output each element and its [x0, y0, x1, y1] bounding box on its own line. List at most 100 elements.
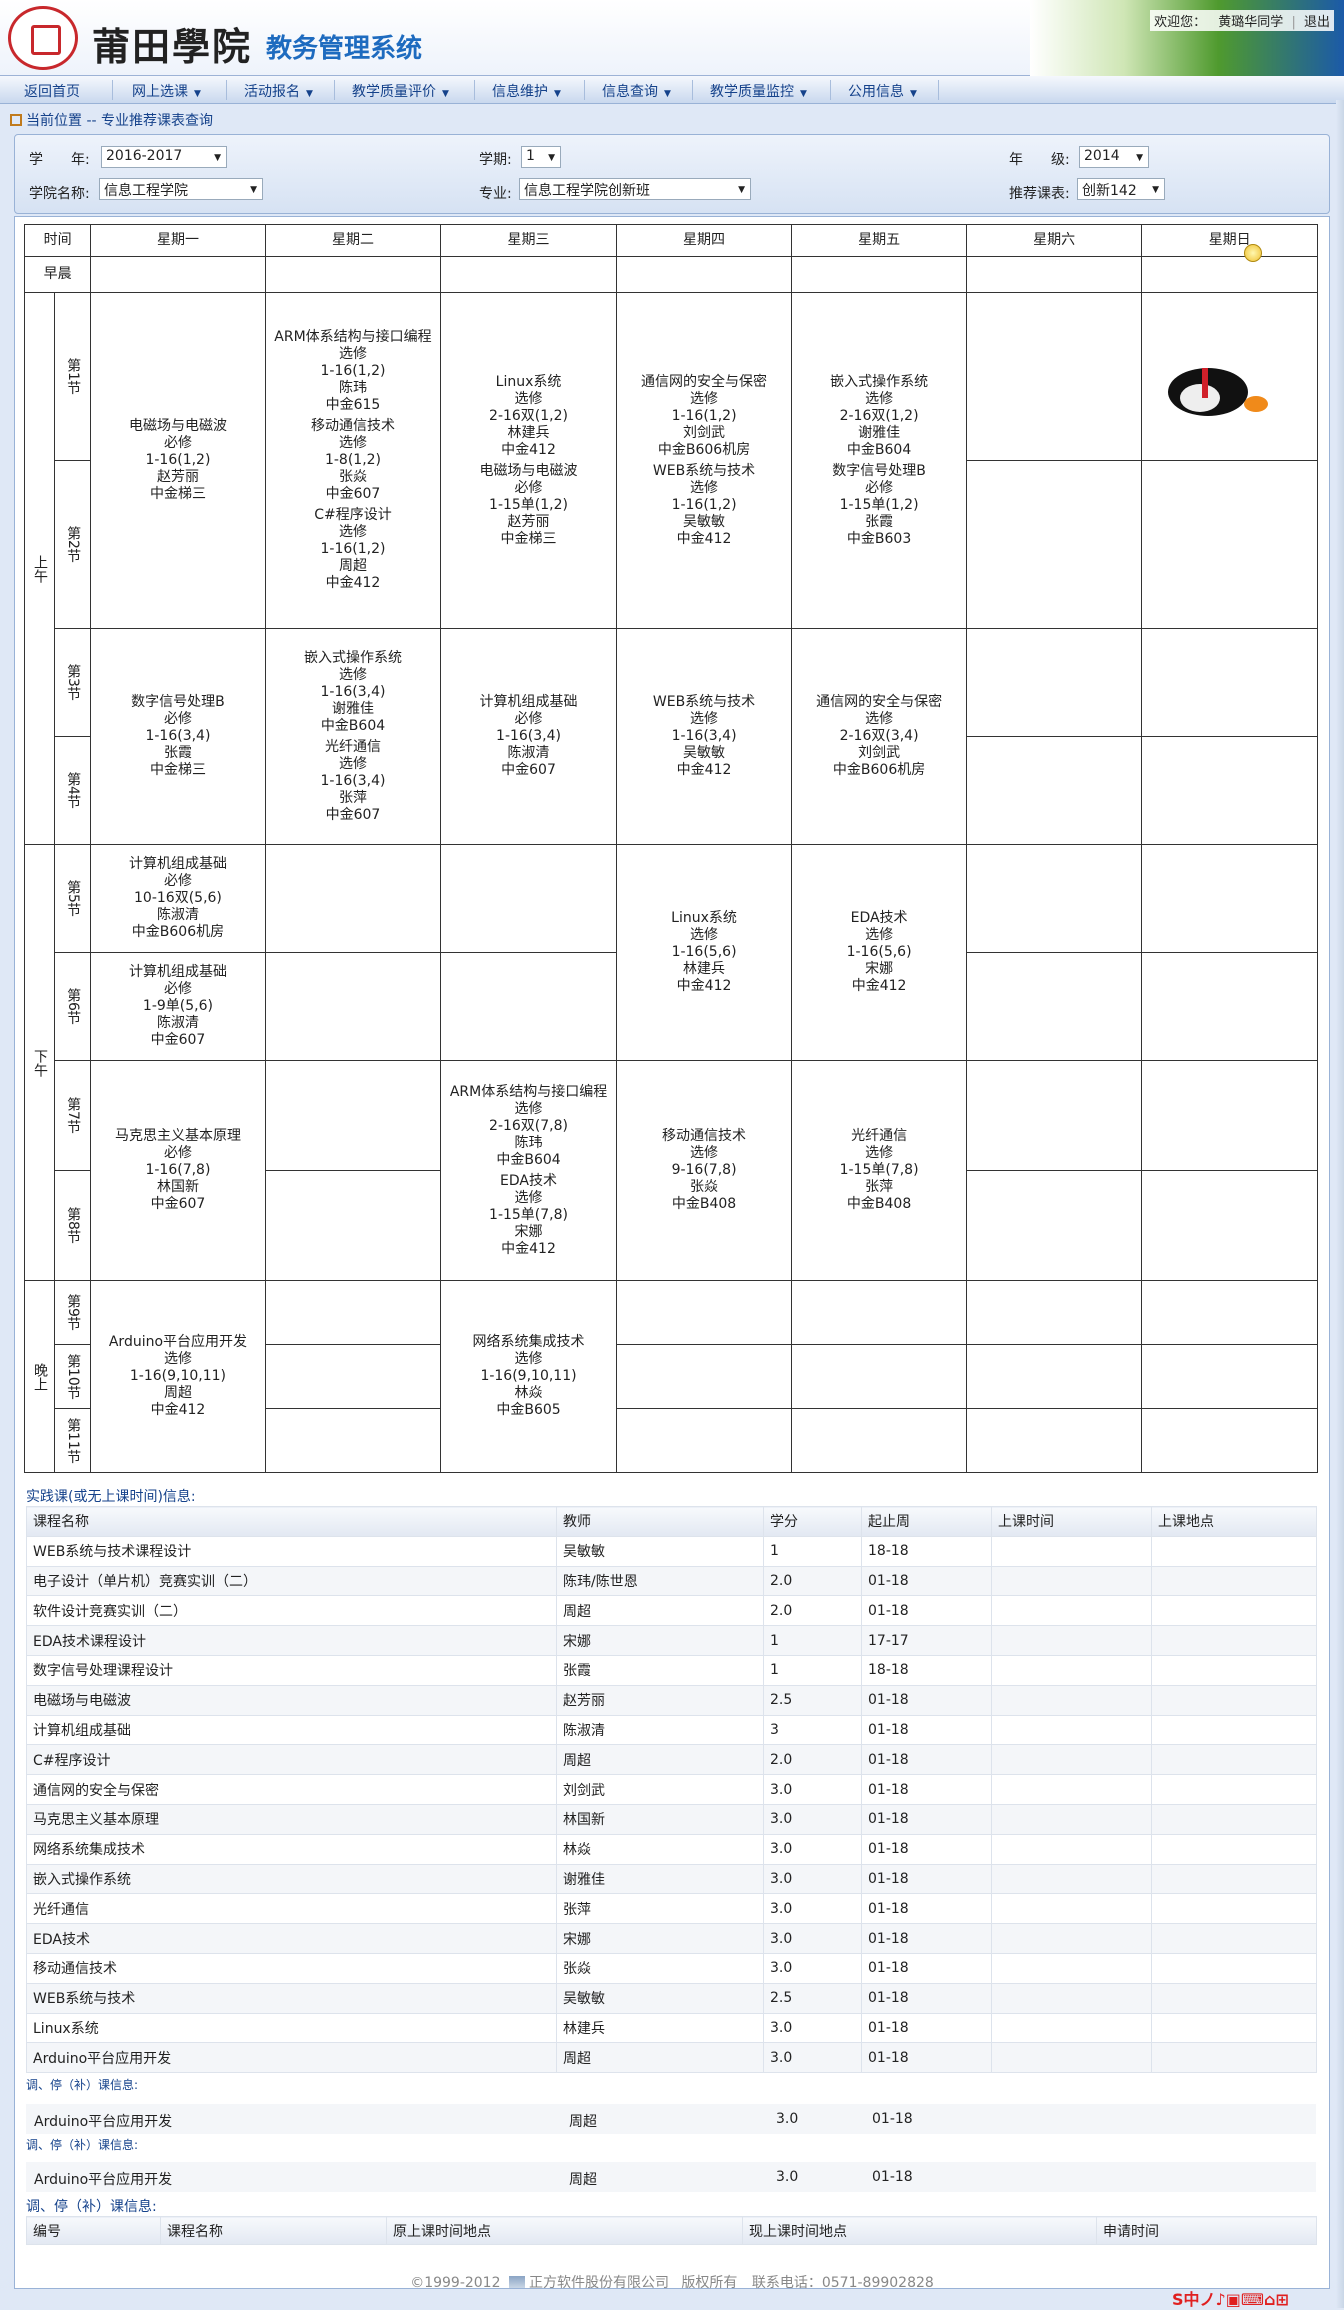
logout-link[interactable]: 退出 — [1304, 15, 1330, 30]
table-cell — [991, 1714, 1152, 1746]
nav-quality-monitor[interactable]: 教学质量监控 ▼ — [710, 81, 807, 101]
course-line: 1-16(3,4) — [671, 728, 737, 744]
course-cell[interactable]: 通信网的安全与保密 选修 2-16双(3,4) 刘剑武 中金B606机房 — [791, 628, 967, 845]
chevron-down-icon: ▼ — [548, 153, 555, 163]
course-cell[interactable]: 通信网的安全与保密 选修 1-16(1,2) 刘剑武 中金B606机房 WEB系统与技术选… — [615, 292, 793, 629]
table-cell — [1151, 1535, 1317, 1567]
table-cell: 周超 — [556, 2042, 764, 2074]
nav-info-maintain[interactable]: 信息维护 ▼ — [492, 81, 561, 101]
table-cell: 01-18 — [861, 1833, 992, 1865]
table-row: WEB系统与技术课程设计 吴敏敏 1 18-18 — [26, 1535, 1317, 1567]
table-cell: 01-18 — [861, 1744, 992, 1776]
course-cell[interactable]: ARM体系结构与接口编程 选修 2-16双(7,8) 陈玮 中金B604 EDA技术 选修 1… — [440, 1060, 617, 1281]
course-cell[interactable]: Arduino平台应用开发 选修 1-16(9,10,11) 周超 中金412 — [90, 1280, 266, 1473]
course-cell[interactable]: 马克思主义基本原理 必修 1-16(7,8) 林国新 中金607 — [90, 1060, 266, 1281]
course-cell[interactable]: 光纤通信 选修 1-15单(7,8) 张萍 中金B408 — [791, 1060, 967, 1281]
nav-activity[interactable]: 活动报名 ▼ — [244, 81, 313, 101]
user-name: 黄璐华同学 — [1218, 15, 1284, 30]
ghost-credit: 3.0 — [776, 2111, 799, 2127]
practice-col: 上课时间 — [991, 1506, 1152, 1537]
nav-public-info[interactable]: 公用信息 ▼ — [848, 81, 917, 101]
course-cell[interactable]: ARM体系结构与接口编程 选修 1-16(1,2) 陈玮 中金615 移动通信技术 选修 1-… — [264, 292, 442, 629]
table-cell: 吴敏敏 — [556, 1535, 764, 1567]
course-line: 选修 — [338, 435, 367, 451]
course-cell[interactable]: 计算机组成基础 必修 10-16双(5,6) 陈淑清 中金B606机房 — [90, 844, 266, 953]
course-cell[interactable]: 网络系统集成技术 选修 1-16(9,10,11) 林焱 中金B605 — [440, 1280, 617, 1473]
table-cell — [991, 1803, 1152, 1835]
ghost-course: Arduino平台应用开发 — [34, 2114, 173, 2130]
course-cell[interactable]: Linux系统 选修 1-16(5,6) 林建兵 中金412 — [615, 844, 793, 1061]
adjust-table: 编号 课程名称 原上课时间地点 现上课时间地点 申请时间 — [26, 2216, 1317, 2245]
course-cell[interactable]: 嵌入式操作系统 选修 2-16双(1,2) 谢雅佳 中金B604 数字信号处理B 必修 1-1… — [791, 292, 967, 629]
course-cell[interactable]: 数字信号处理B 必修 1-16(3,4) 张霞 中金梯三 — [90, 628, 266, 845]
course-line: 10-16双(5,6) — [134, 890, 222, 906]
course-line: 必修 — [514, 711, 543, 727]
breadcrumb: 当前位置 -- 专业推荐课表查询 — [10, 110, 213, 130]
course-line: 张萍 — [338, 789, 367, 806]
course-line: 中金B408 — [671, 1196, 737, 1212]
course-line: 1-16(3,4) — [320, 772, 386, 789]
course-cell[interactable]: 嵌入式操作系统 选修 1-16(3,4) 谢雅佳 中金B604 光纤通信 选修 1-16(3,… — [264, 628, 442, 845]
chevron-down-icon: ▼ — [214, 153, 221, 163]
college-select[interactable]: 信息工程学院 ▼ — [99, 178, 263, 200]
course-cell[interactable]: Linux系统 选修 2-16双(1,2) 林建兵 中金412 电磁场与电磁波 必修 1-15… — [440, 292, 617, 629]
breadcrumb-label[interactable]: 当前位置 — [26, 113, 82, 129]
main-nav: 返回首页 网上选课 ▼ 活动报名 ▼ 教学质量评价 ▼ 信息维护 ▼ 信息查询 ▼ 教学质… — [0, 76, 1344, 104]
course-line: WEB系统与技术 — [652, 462, 756, 479]
course-line: 中金梯三 — [500, 530, 557, 547]
course-line: 选修 — [514, 1351, 543, 1367]
ghost-teacher: 周超 — [569, 2114, 597, 2130]
chevron-down-icon: ▼ — [194, 89, 201, 99]
course-cell[interactable]: WEB系统与技术 选修 1-16(3,4) 吴敏敏 中金412 — [615, 628, 793, 845]
major-select[interactable]: 信息工程学院创新班 ▼ — [519, 178, 751, 200]
nav-teaching-eval[interactable]: 教学质量评价 ▼ — [352, 81, 449, 101]
table-cell: 张萍 — [556, 1893, 764, 1925]
course-cell[interactable]: 电磁场与电磁波 必修 1-16(1,2) 赵芳丽 中金梯三 — [90, 292, 266, 629]
course-line: 2-16双(3,4) — [839, 728, 919, 744]
course-line: 选修 — [690, 479, 719, 496]
course-line: 谢雅佳 — [331, 700, 374, 717]
table-cell — [1151, 1625, 1317, 1656]
course-block: 电磁场与电磁波 必修 1-16(1,2) 赵芳丽 中金梯三 — [91, 416, 265, 505]
course-line: 网络系统集成技术 — [472, 1334, 585, 1350]
year-select[interactable]: 2016-2017 ▼ — [101, 146, 227, 168]
course-cell[interactable]: 计算机组成基础 必修 1-16(3,4) 陈淑清 中金607 — [440, 628, 617, 845]
table-cell: 陈淑清 — [556, 1714, 764, 1746]
table-cell: Arduino平台应用开发 — [26, 2042, 557, 2074]
ghost-row: Arduino平台应用开发 周超 3.0 01-18 — [26, 2104, 1316, 2134]
course-line: 1-15单(7,8) — [489, 1206, 568, 1223]
course-block: ARM体系结构与接口编程 选修 2-16双(7,8) 陈玮 中金B604 — [441, 1082, 616, 1171]
table-cell: 3.0 — [763, 2012, 862, 2044]
grade-select[interactable]: 2014 ▼ — [1079, 146, 1149, 168]
course-cell[interactable]: 计算机组成基础 必修 1-9单(5,6) 陈淑清 中金607 — [90, 952, 266, 1061]
table-cell: 光纤通信 — [26, 1893, 557, 1925]
period-label: 第7节 — [54, 1060, 92, 1171]
course-line: 移动通信技术 — [310, 418, 395, 434]
table-cell — [1151, 1833, 1317, 1865]
course-line: 1-16(7,8) — [145, 1162, 211, 1178]
ghost-course: Arduino平台应用开发 — [34, 2172, 173, 2188]
course-cell[interactable]: EDA技术 选修 1-16(5,6) 宋娜 中金412 — [791, 844, 967, 1061]
period-label: 第8节 — [54, 1170, 92, 1281]
course-line: 张焱 — [338, 469, 367, 485]
course-line: 1-16(1,2) — [671, 407, 737, 424]
nav-info-query[interactable]: 信息查询 ▼ — [602, 81, 671, 101]
class-select[interactable]: 创新142 ▼ — [1077, 178, 1165, 200]
nav-home[interactable]: 返回首页 — [24, 81, 80, 101]
scrollbar[interactable] — [1336, 100, 1344, 2308]
course-line: 1-9单(5,6) — [142, 998, 213, 1014]
course-line: 2-16双(1,2) — [489, 407, 568, 424]
ime-toolbar[interactable]: S中ノ♪▣⌨⌂⊞ — [1172, 2286, 1289, 2310]
course-line: 电磁场与电磁波 — [128, 418, 227, 434]
course-line: 中金412 — [325, 575, 381, 591]
course-line: 林焱 — [514, 1385, 543, 1401]
course-line: 选修 — [690, 711, 719, 727]
welcome-area: 欢迎您： 黄璐华同学 | 退出 — [1150, 10, 1334, 31]
adjust-title-ghost: 调、停（补）课信息: — [26, 2138, 139, 2152]
nav-online-course[interactable]: 网上选课 ▼ — [132, 81, 201, 101]
course-line: EDA技术 — [850, 910, 908, 926]
table-cell — [1151, 1952, 1317, 1984]
course-cell[interactable]: 移动通信技术 选修 9-16(7,8) 张焱 中金B408 — [615, 1060, 793, 1281]
term-select[interactable]: 1 ▼ — [521, 146, 561, 168]
table-cell — [991, 2042, 1152, 2074]
